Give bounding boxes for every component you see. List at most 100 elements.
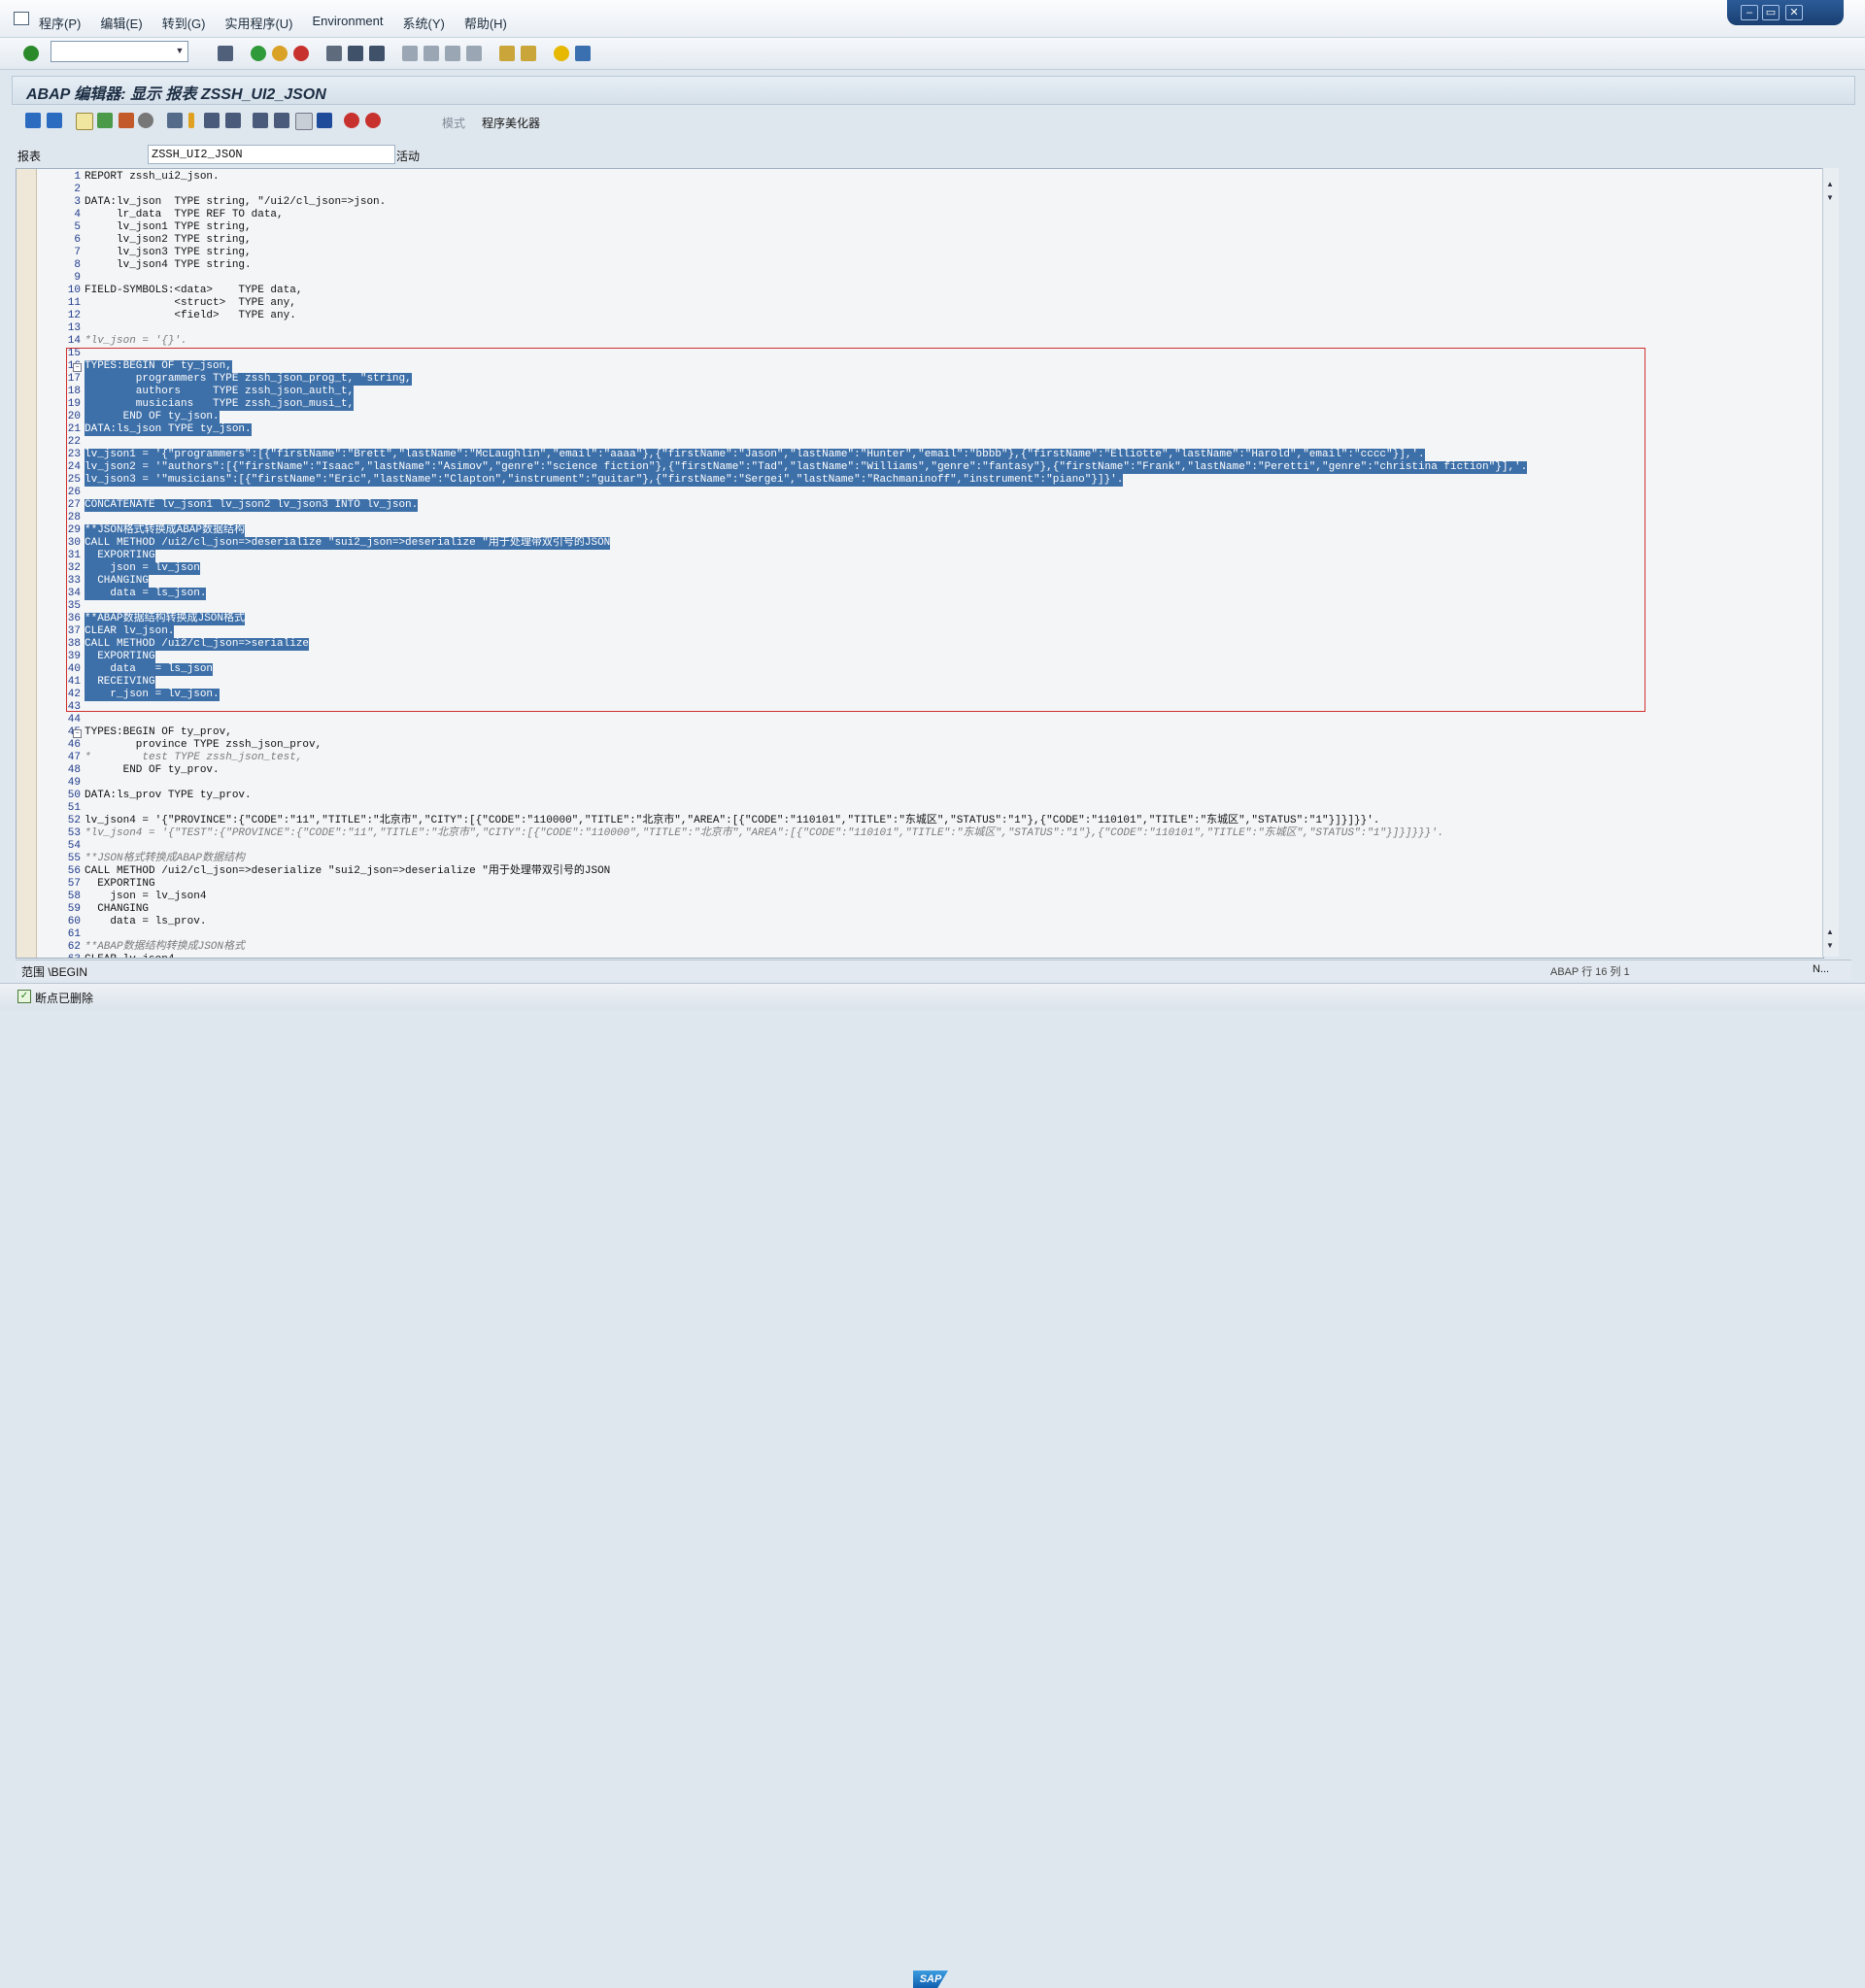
vertical-scrollbar[interactable]: ▲ ▼ ▲ ▼ (1822, 168, 1839, 957)
code-line[interactable]: json = lv_json4 (85, 891, 206, 903)
find-next-icon[interactable] (369, 46, 385, 61)
line-number: 59 (67, 903, 81, 915)
hierarchy-icon[interactable] (253, 113, 268, 128)
insert-icon[interactable] (274, 113, 289, 128)
status-message: 断点已删除 (35, 992, 94, 1005)
code-line[interactable]: lv_json3 TYPE string, (85, 247, 252, 259)
code-line[interactable]: <field> TYPE any. (85, 310, 295, 322)
code-line[interactable]: <struct> TYPE any, (85, 297, 295, 310)
first-page-icon[interactable] (402, 46, 418, 61)
code-line[interactable]: **JSON格式转换成ABAP数据结构 (85, 853, 245, 865)
activate-icon[interactable] (138, 113, 153, 128)
menu-item-edit[interactable]: 编辑(E) (100, 14, 142, 32)
code-line[interactable]: CLEAR lv_json4. (85, 954, 181, 958)
code-line[interactable]: province TYPE zssh_json_prov, (85, 739, 322, 752)
code-line[interactable]: CHANGING (85, 903, 149, 916)
editor-status-bar: 范围 \BEGIN ABAP 行 16 列 1 N... (16, 960, 1851, 980)
info-icon[interactable] (317, 113, 332, 128)
pattern-icon[interactable] (295, 113, 313, 130)
line-number: 61 (67, 928, 81, 940)
report-status: 活动 (396, 150, 421, 163)
check-icon[interactable] (119, 113, 134, 128)
scroll-down-icon[interactable]: ▼ (1826, 193, 1834, 202)
code-line[interactable]: FIELD-SYMBOLS:<data> TYPE data, (85, 285, 302, 297)
report-label: 报表 (17, 150, 42, 163)
code-line[interactable]: lv_json4 = '{"PROVINCE":{"CODE":"11","TI… (85, 815, 1379, 827)
menu-item-environment[interactable]: Environment (313, 14, 384, 32)
layout-menu-icon[interactable] (575, 46, 591, 61)
message-bar: ✓ 断点已删除 SAP (0, 983, 1865, 1988)
exit-icon[interactable] (272, 46, 288, 61)
system-menu-icon[interactable] (14, 12, 29, 25)
success-check-icon: ✓ (17, 990, 31, 1003)
previous-page-icon[interactable] (424, 46, 439, 61)
menu-item-system[interactable]: 系统(Y) (403, 14, 445, 32)
back-arrow-icon[interactable] (25, 113, 41, 128)
minimize-button[interactable]: – (1741, 5, 1758, 20)
breakpoint-gutter[interactable] (17, 169, 37, 958)
where-used-icon[interactable] (188, 113, 194, 128)
cursor-position: ABAP 行 16 列 1 (1550, 966, 1630, 978)
cancel-icon[interactable] (293, 46, 309, 61)
line-number: 63 (36, 954, 83, 958)
mode-button[interactable]: 模式 (442, 115, 465, 131)
next-page-icon[interactable] (445, 46, 460, 61)
other-object-icon[interactable] (97, 113, 113, 128)
scroll-top-icon[interactable]: ▲ (1826, 180, 1834, 188)
code-line[interactable]: lr_data TYPE REF TO data, (85, 209, 284, 221)
scroll-up-icon[interactable]: ▲ (1826, 927, 1834, 936)
find-icon[interactable] (348, 46, 363, 61)
code-line[interactable]: DATA:lv_json TYPE string, "/ui2/cl_json=… (85, 196, 386, 209)
navigation-window-icon[interactable] (225, 113, 241, 128)
line-number: 57 (67, 878, 81, 890)
code-line[interactable]: *lv_json4 = '{"TEST":{"PROVINCE":{"CODE"… (85, 827, 1443, 840)
set-breakpoint-icon[interactable] (344, 113, 359, 128)
menu-item-goto[interactable]: 转到(G) (162, 14, 206, 32)
line-number: 52 (67, 815, 81, 826)
report-name-field[interactable]: ZSSH_UI2_JSON (148, 145, 395, 164)
line-number: 47 (67, 752, 81, 763)
menu-item-utilities[interactable]: 实用程序(U) (224, 14, 292, 32)
line-number: 5 (74, 221, 81, 233)
enter-check-icon[interactable] (23, 46, 39, 61)
scroll-bottom-icon[interactable]: ▼ (1826, 941, 1834, 950)
code-line[interactable]: lv_json1 TYPE string, (85, 221, 252, 234)
code-line[interactable]: EXPORTING (85, 878, 154, 891)
code-line[interactable]: *lv_json = '{}'. (85, 335, 187, 348)
close-button[interactable]: ✕ (1785, 5, 1803, 20)
shortcut-icon[interactable] (521, 46, 536, 61)
line-number: 62 (67, 941, 81, 953)
code-line[interactable]: lv_json2 TYPE string, (85, 234, 252, 247)
create-session-icon[interactable] (499, 46, 515, 61)
menu-item-help[interactable]: 帮助(H) (464, 14, 507, 32)
save-icon[interactable] (218, 46, 233, 61)
last-page-icon[interactable] (466, 46, 482, 61)
menu-item-program[interactable]: 程序(P) (39, 14, 81, 32)
code-line[interactable]: lv_json4 TYPE string. (85, 259, 252, 272)
test-icon[interactable] (167, 113, 183, 128)
fold-toggle-icon[interactable]: − (73, 729, 82, 738)
back-icon[interactable] (251, 46, 266, 61)
code-line[interactable]: DATA:ls_prov TYPE ty_prov. (85, 790, 252, 802)
display-change-icon[interactable] (76, 113, 93, 130)
standard-toolbar (0, 38, 1865, 70)
delete-breakpoint-icon[interactable] (365, 113, 381, 128)
code-line[interactable]: data = ls_prov. (85, 916, 206, 928)
code-line[interactable]: END OF ty_prov. (85, 764, 220, 777)
code-line[interactable]: TYPES:BEGIN OF ty_prov, (85, 726, 232, 739)
forward-arrow-icon[interactable] (47, 113, 62, 128)
object-list-icon[interactable] (204, 113, 220, 128)
code-line[interactable]: * test TYPE zssh_json_test, (85, 752, 302, 764)
code-line[interactable]: CALL METHOD /ui2/cl_json=>deserialize "s… (85, 865, 610, 878)
page-title: ABAP 编辑器: 显示 报表 ZSSH_UI2_JSON (26, 86, 326, 103)
help-icon[interactable] (554, 46, 569, 61)
line-number: 2 (74, 184, 81, 195)
pretty-printer-button[interactable]: 程序美化器 (482, 115, 540, 131)
restore-button[interactable]: ▭ (1762, 5, 1780, 20)
code-line[interactable]: REPORT zssh_ui2_json. (85, 171, 220, 184)
command-field[interactable]: ▼ (51, 41, 188, 62)
dropdown-arrow-icon[interactable]: ▼ (174, 44, 186, 57)
back-arrow-icon[interactable] (200, 46, 218, 61)
code-line[interactable]: **ABAP数据结构转换成JSON格式 (85, 941, 245, 954)
print-icon[interactable] (326, 46, 342, 61)
